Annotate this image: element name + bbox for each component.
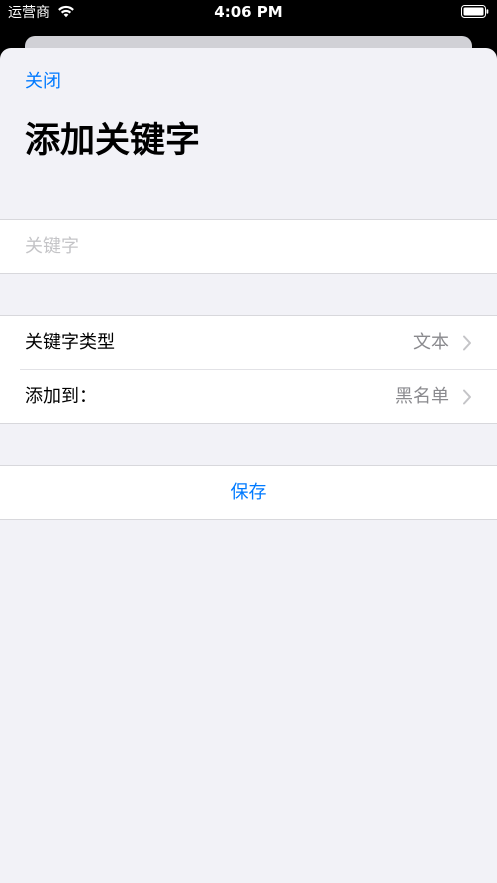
keyword-type-value: 文本 <box>413 332 449 353</box>
page-title: 添加关键字 <box>25 121 201 161</box>
keyword-input[interactable] <box>25 220 475 273</box>
keyword-type-row[interactable]: 关键字类型 文本 <box>0 316 497 370</box>
save-group: 保存 <box>0 465 497 520</box>
chevron-right-icon <box>463 335 471 351</box>
battery-icon <box>461 5 489 18</box>
chevron-right-icon <box>463 389 471 405</box>
screen: 运营商 4:06 PM 关闭 添加关键字 关键字类型 文本 <box>0 0 497 883</box>
options-group: 关键字类型 文本 添加到： 黑名单 <box>0 315 497 424</box>
add-keyword-sheet: 关闭 添加关键字 关键字类型 文本 添加到： 黑名单 保 <box>0 48 497 883</box>
status-time: 4:06 PM <box>214 3 283 21</box>
keyword-field-group <box>0 219 497 274</box>
add-to-row[interactable]: 添加到： 黑名单 <box>0 370 497 424</box>
save-button[interactable]: 保存 <box>0 466 497 519</box>
add-to-label: 添加到： <box>25 386 97 407</box>
add-to-value: 黑名单 <box>395 386 449 407</box>
keyword-type-label: 关键字类型 <box>25 332 115 353</box>
close-button[interactable]: 关闭 <box>25 70 61 94</box>
status-bar: 运营商 4:06 PM <box>0 0 497 26</box>
